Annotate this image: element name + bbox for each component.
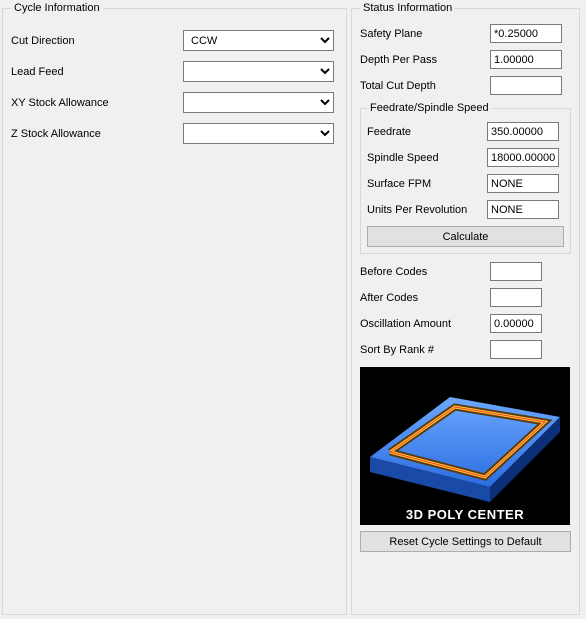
- cut-direction-select[interactable]: CCW: [183, 30, 334, 51]
- lead-feed-label: Lead Feed: [11, 66, 183, 78]
- surface-fpm-label: Surface FPM: [367, 178, 487, 190]
- safety-plane-label: Safety Plane: [360, 28, 490, 40]
- feedrate-label: Feedrate: [367, 126, 487, 138]
- status-information-legend: Status Information: [360, 2, 455, 14]
- cut-direction-label: Cut Direction: [11, 35, 183, 47]
- spindle-speed-label: Spindle Speed: [367, 152, 487, 164]
- feedrate-spindle-legend: Feedrate/Spindle Speed: [367, 102, 492, 114]
- before-codes-label: Before Codes: [360, 266, 490, 278]
- reset-cycle-settings-button[interactable]: Reset Cycle Settings to Default: [360, 531, 571, 552]
- total-cut-depth-row: Total Cut Depth: [360, 76, 571, 95]
- feedrate-input[interactable]: [487, 122, 559, 141]
- cycle-information-group: Cycle Information Cut Direction CCW Lead…: [2, 2, 347, 615]
- total-cut-depth-input[interactable]: [490, 76, 562, 95]
- spindle-speed-row: Spindle Speed: [367, 148, 564, 167]
- depth-per-pass-row: Depth Per Pass: [360, 50, 571, 69]
- spindle-speed-input[interactable]: [487, 148, 559, 167]
- depth-per-pass-label: Depth Per Pass: [360, 54, 490, 66]
- feedrate-spindle-group: Feedrate/Spindle Speed Feedrate Spindle …: [360, 102, 571, 254]
- total-cut-depth-label: Total Cut Depth: [360, 80, 490, 92]
- units-per-rev-label: Units Per Revolution: [367, 204, 487, 216]
- xy-stock-allowance-row: XY Stock Allowance: [11, 92, 338, 113]
- safety-plane-input[interactable]: [490, 24, 562, 43]
- feedrate-row: Feedrate: [367, 122, 564, 141]
- z-stock-allowance-label: Z Stock Allowance: [11, 128, 183, 140]
- sort-by-rank-label: Sort By Rank #: [360, 344, 490, 356]
- depth-per-pass-input[interactable]: [490, 50, 562, 69]
- surface-fpm-input[interactable]: [487, 174, 559, 193]
- surface-fpm-row: Surface FPM: [367, 174, 564, 193]
- sort-by-rank-input[interactable]: [490, 340, 542, 359]
- sort-by-rank-row: Sort By Rank #: [360, 340, 571, 359]
- preview-image: 3D POLY CENTER: [360, 367, 570, 525]
- safety-plane-row: Safety Plane: [360, 24, 571, 43]
- oscillation-amount-row: Oscillation Amount: [360, 314, 571, 333]
- cycle-information-legend: Cycle Information: [11, 2, 103, 14]
- before-codes-input[interactable]: [490, 262, 542, 281]
- xy-stock-allowance-select[interactable]: [183, 92, 334, 113]
- after-codes-label: After Codes: [360, 292, 490, 304]
- lead-feed-row: Lead Feed: [11, 61, 338, 82]
- oscillation-amount-label: Oscillation Amount: [360, 318, 490, 330]
- before-codes-row: Before Codes: [360, 262, 571, 281]
- units-per-rev-row: Units Per Revolution: [367, 200, 564, 219]
- preview-caption: 3D POLY CENTER: [360, 504, 570, 525]
- status-information-group: Status Information Safety Plane Depth Pe…: [351, 2, 580, 615]
- cut-direction-row: Cut Direction CCW: [11, 30, 338, 51]
- after-codes-input[interactable]: [490, 288, 542, 307]
- units-per-rev-input[interactable]: [487, 200, 559, 219]
- calculate-button[interactable]: Calculate: [367, 226, 564, 247]
- z-stock-allowance-select[interactable]: [183, 123, 334, 144]
- lead-feed-select[interactable]: [183, 61, 334, 82]
- xy-stock-allowance-label: XY Stock Allowance: [11, 97, 183, 109]
- after-codes-row: After Codes: [360, 288, 571, 307]
- oscillation-amount-input[interactable]: [490, 314, 542, 333]
- z-stock-allowance-row: Z Stock Allowance: [11, 123, 338, 144]
